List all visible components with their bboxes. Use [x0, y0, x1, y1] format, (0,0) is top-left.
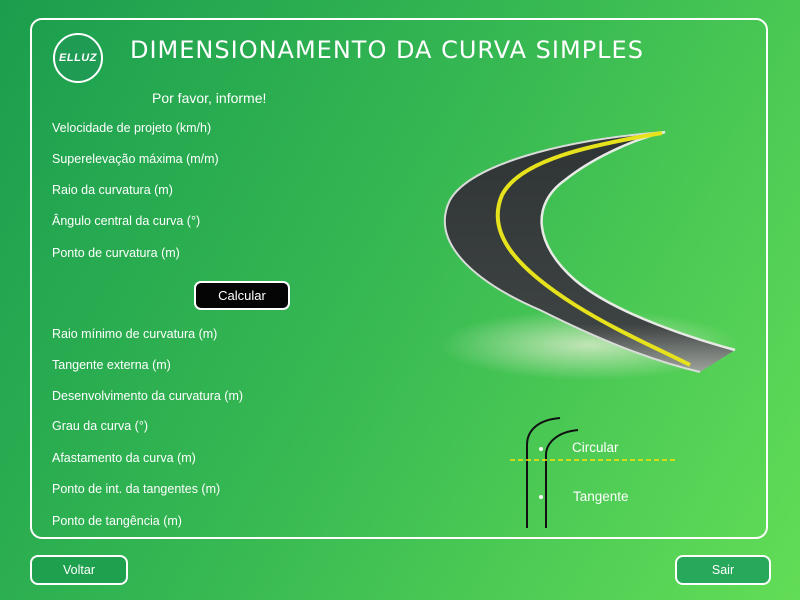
output-label-tangency-point: Ponto de tangência (m) [52, 514, 182, 528]
input-label-design-speed[interactable]: Velocidade de projeto (km/h) [52, 121, 211, 135]
form-prompt: Por favor, informe! [152, 90, 267, 106]
tangent-label: Tangente [573, 489, 629, 504]
output-label-external-tangent: Tangente externa (m) [52, 358, 171, 372]
exit-button[interactable]: Sair [675, 555, 771, 585]
output-label-curve-degree: Grau da curva (°) [52, 419, 149, 433]
elluz-logo: ELLUZ [53, 33, 103, 83]
output-label-curve-development: Desenvolvimento da curvatura (m) [52, 389, 244, 403]
page-title: DIMENSIONAMENTO DA CURVA SIMPLES [130, 36, 644, 64]
calculate-button[interactable]: Calcular [194, 281, 290, 310]
output-label-tangent-intersection: Ponto de int. da tangentes (m) [52, 482, 221, 496]
output-label-curve-offset: Afastamento da curva (m) [52, 451, 196, 465]
output-label-min-radius: Raio mínimo de curvatura (m) [52, 327, 218, 341]
input-label-max-superelevation[interactable]: Superelevação máxima (m/m) [52, 152, 219, 166]
circular-label: Circular [572, 440, 619, 455]
input-label-central-angle[interactable]: Ângulo central da curva (°) [52, 214, 200, 228]
input-label-curve-radius[interactable]: Raio da curvatura (m) [52, 183, 173, 197]
back-button[interactable]: Voltar [30, 555, 128, 585]
logo-text: ELLUZ [59, 52, 97, 64]
input-label-curvature-point[interactable]: Ponto de curvatura (m) [52, 246, 180, 260]
